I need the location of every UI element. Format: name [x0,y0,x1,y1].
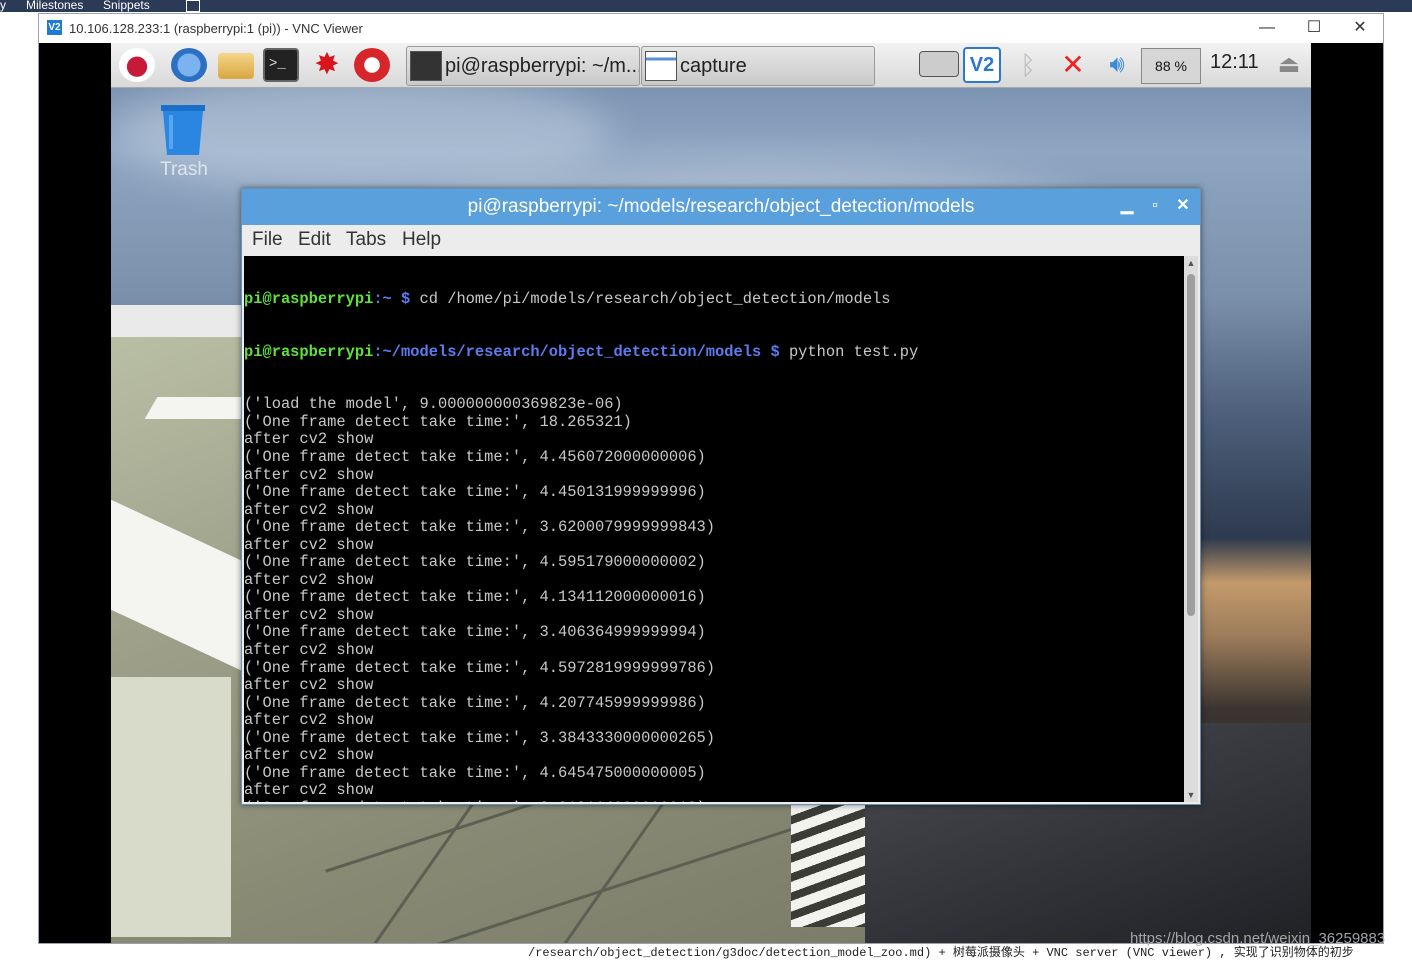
terminal-output-line: ('One frame detect take time:', 4.456072… [244,448,706,467]
vnc-viewer-window: V2 10.106.128.233:1 (raspberrypi:1 (pi))… [38,13,1384,944]
terminal-output-line: ('One frame detect take time:', 3.813114… [244,799,1184,802]
trash-label[interactable]: Trash [159,159,209,181]
maximize-button[interactable]: ☐ [1291,16,1337,40]
raspberry-menu-icon[interactable] [119,48,155,82]
terminal-output-line: ('One frame detect take time:', 3.620007… [244,518,716,537]
terminal-maximize-button[interactable]: ▫ [1144,195,1166,217]
terminal-scrollbar[interactable]: ▲ ▼ [1184,256,1198,802]
remote-desktop[interactable]: >_ ✸ pi@raspberrypi: ~/m... capture V2 ᛒ… [111,43,1311,943]
terminal-output-line: after cv2 show [244,781,374,800]
math-icon[interactable]: ✸ [309,48,345,82]
task-terminal[interactable]: pi@raspberrypi: ~/m... [406,46,640,86]
file-manager-icon[interactable] [218,53,254,79]
terminal-icon [410,51,442,81]
scroll-up-icon[interactable]: ▲ [1184,256,1198,270]
terminal-window[interactable]: pi@raspberrypi: ~/models/research/object… [241,188,1201,805]
task-capture-label: capture [680,55,747,77]
terminal-output-line: after cv2 show [244,570,374,589]
terminal-minimize-button[interactable]: ▁ [1116,195,1138,217]
menu-help[interactable]: Help [402,229,441,251]
terminal-menubar: File Edit Tabs Help [242,225,1200,256]
terminal-output-line: after cv2 show [244,605,374,624]
bluetooth-icon[interactable]: ᛒ [1015,48,1041,82]
minimize-button[interactable]: — [1244,16,1290,40]
terminal-output-line: after cv2 show [244,711,374,730]
terminal-output-line: ('One frame detect take time:', 3.406364… [244,623,706,642]
terminal-output-line: ('One frame detect take time:', 4.597281… [244,658,716,677]
terminal-icon[interactable]: >_ [263,48,299,82]
terminal-output-lines: ('load the model', 9.000000000369823e-06… [244,396,1184,802]
menu-file[interactable]: File [252,229,283,251]
scrollbar-thumb[interactable] [1187,274,1195,616]
wall-surface [111,677,231,937]
terminal-output-line: after cv2 show [244,500,374,519]
eject-icon[interactable]: ⏏ [1275,48,1303,82]
task-terminal-label: pi@raspberrypi: ~/m... [445,55,640,77]
prompt-line: pi@raspberrypi:~/models/research/object_… [244,342,919,361]
terminal-output-line: ('One frame detect take time:', 18.26532… [244,412,632,431]
chart-icon[interactable] [186,0,200,12]
bookmark-item[interactable]: y [0,0,6,11]
clock[interactable]: 12:11 [1210,51,1259,74]
terminal-output-line: after cv2 show [244,746,374,765]
terminal-output[interactable]: pi@raspberrypi:~ $ cd /home/pi/models/re… [244,256,1184,802]
terminal-output-line: after cv2 show [244,676,374,695]
volume-icon[interactable]: 🔊︎ [1100,48,1134,82]
menu-edit[interactable]: Edit [298,229,331,251]
terminal-output-line: ('One frame detect take time:', 4.450131… [244,483,706,502]
terminal-close-button[interactable]: ✕ [1172,195,1194,217]
network-disconnected-icon[interactable]: ✕ [1056,48,1090,82]
task-capture[interactable]: capture [641,46,875,86]
vnc-logo-icon: V2 [47,20,62,35]
terminal-title: pi@raspberrypi: ~/models/research/object… [467,196,975,217]
cpu-usage-monitor[interactable]: 88 % [1141,48,1201,84]
prompt-line: pi@raspberrypi:~ $ cd /home/pi/models/re… [244,290,891,309]
window-icon [645,51,677,81]
bookmark-milestones[interactable]: Milestones [26,0,83,11]
lxde-taskbar: >_ ✸ pi@raspberrypi: ~/m... capture V2 ᛒ… [111,43,1311,88]
wolfram-icon[interactable] [354,48,390,82]
terminal-output-line: after cv2 show [244,465,374,484]
vnc-window-title: 10.106.128.233:1 (raspberrypi:1 (pi)) - … [69,21,363,36]
vnc-titlebar[interactable]: V2 10.106.128.233:1 (raspberrypi:1 (pi))… [39,14,1383,43]
web-browser-icon[interactable] [171,48,207,82]
scroll-down-icon[interactable]: ▼ [1184,788,1198,802]
terminal-output-line: ('One frame detect take time:', 4.645475… [244,763,706,782]
terminal-output-line: ('One frame detect take time:', 3.384333… [244,728,716,747]
close-button[interactable]: ✕ [1337,16,1383,40]
terminal-output-line: after cv2 show [244,641,374,660]
terminal-output-line: ('One frame detect take time:', 4.207745… [244,693,706,712]
trash-icon[interactable] [159,103,207,157]
menu-tabs[interactable]: Tabs [346,229,386,251]
vnc-server-icon[interactable]: V2 [963,47,1001,83]
keyboard-icon[interactable] [919,51,959,77]
watermark: https://blog.csdn.net/weixin_36259883 [1130,930,1386,947]
terminal-output-line: ('One frame detect take time:', 4.595179… [244,553,706,572]
terminal-titlebar[interactable]: pi@raspberrypi: ~/models/research/object… [242,189,1200,225]
browser-bookmark-strip: y Milestones Snippets [0,0,1412,12]
terminal-output-line: after cv2 show [244,430,374,449]
bookmark-snippets[interactable]: Snippets [103,0,150,11]
terminal-output-line: ('load the model', 9.000000000369823e-06… [244,395,623,414]
terminal-output-line: after cv2 show [244,535,374,554]
terminal-output-line: ('One frame detect take time:', 4.134112… [244,588,706,607]
